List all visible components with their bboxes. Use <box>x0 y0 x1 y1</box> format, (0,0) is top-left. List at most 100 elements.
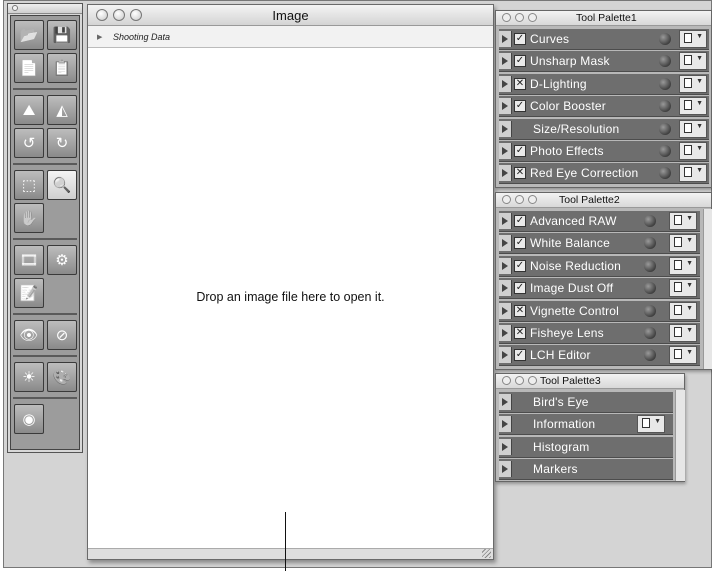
expand-arrow-icon[interactable] <box>499 461 512 478</box>
mountain-flat-button[interactable]: ◭ <box>47 95 77 125</box>
expand-arrow-icon[interactable] <box>499 213 512 229</box>
palette2-scrollbar[interactable] <box>703 209 712 369</box>
image-window-titlebar[interactable]: Image <box>88 5 493 26</box>
expand-arrow-icon[interactable] <box>499 347 512 364</box>
expand-arrow-icon[interactable] <box>499 165 512 182</box>
palette-row[interactable]: Bird's Eye <box>499 392 673 413</box>
brightness-sun-button[interactable]: ☀ <box>14 362 44 392</box>
minimize-window-icon[interactable] <box>515 13 524 22</box>
options-menu-button[interactable]: ▼ <box>669 346 697 365</box>
enabled-checkbox[interactable]: ✓ <box>514 55 526 68</box>
expand-arrow-icon[interactable] <box>499 257 512 274</box>
zoom-window-icon[interactable] <box>528 376 537 385</box>
palette-row[interactable]: ✓ Noise Reduction ▼ <box>499 255 700 277</box>
options-menu-button[interactable]: ▼ <box>679 97 707 116</box>
palette2-titlebar[interactable]: Tool Palette2 <box>496 193 711 208</box>
palette-brush-button[interactable]: 🎨 <box>47 362 77 392</box>
palette-row[interactable]: ✕ D-Lighting ▼ <box>499 73 709 95</box>
eye-preview-button[interactable]: ◉ <box>14 404 44 434</box>
palette-row[interactable]: Size/Resolution ▼ <box>499 118 709 140</box>
expand-arrow-icon[interactable] <box>499 325 512 341</box>
save-disk-button[interactable]: 💾 <box>47 20 77 50</box>
shooting-data-disclosure[interactable]: ▶ Shooting Data <box>88 26 493 48</box>
palette-row[interactable]: ✕ Fisheye Lens ▼ <box>499 323 700 344</box>
mountain-small-button[interactable]: ⛰ <box>14 95 44 125</box>
options-menu-button[interactable]: ▼ <box>669 301 697 320</box>
options-menu-button[interactable]: ▼ <box>679 52 707 71</box>
palette-row[interactable]: Markers <box>499 459 673 481</box>
enabled-checkbox[interactable]: ✓ <box>514 215 526 227</box>
palette-row[interactable]: ✕ Red Eye Correction ▼ <box>499 163 709 185</box>
enabled-checkbox[interactable]: ✓ <box>514 237 526 250</box>
zoom-window-icon[interactable] <box>528 13 537 22</box>
expand-arrow-icon[interactable] <box>499 235 512 252</box>
resize-grip-icon[interactable] <box>482 549 491 558</box>
marquee-select-button[interactable]: ⬚ <box>14 170 44 200</box>
expand-arrow-icon[interactable] <box>499 302 512 319</box>
expand-arrow-icon[interactable] <box>499 438 512 455</box>
close-window-icon[interactable] <box>502 13 511 22</box>
options-menu-button[interactable]: ▼ <box>679 119 707 138</box>
paste-document-button[interactable]: 📋 <box>47 53 77 83</box>
palette1-titlebar[interactable]: Tool Palette1 <box>496 11 711 26</box>
expand-arrow-icon[interactable] <box>499 98 512 115</box>
minimize-window-icon[interactable] <box>515 195 524 204</box>
options-menu-button[interactable]: ▼ <box>669 212 697 230</box>
expand-arrow-icon[interactable] <box>499 31 512 47</box>
expand-arrow-icon[interactable] <box>499 120 512 137</box>
enabled-checkbox[interactable]: ✓ <box>514 349 526 362</box>
palette-row[interactable]: Information ▼ <box>499 414 673 436</box>
options-menu-button[interactable]: ▼ <box>679 74 707 93</box>
options-menu-button[interactable]: ▼ <box>679 142 707 160</box>
disclosure-triangle-icon[interactable]: ▶ <box>97 33 102 41</box>
copy-document-button[interactable]: 📄 <box>14 53 44 83</box>
open-folder-button[interactable]: 📂 <box>14 20 44 50</box>
enabled-checkbox[interactable]: ✓ <box>514 282 526 295</box>
toolbar-titlebar[interactable] <box>8 4 82 14</box>
disabled-checkbox[interactable]: ✕ <box>514 77 526 90</box>
disabled-checkbox[interactable]: ✕ <box>514 304 526 317</box>
options-menu-button[interactable]: ▼ <box>669 324 697 342</box>
options-menu-button[interactable]: ▼ <box>637 415 665 434</box>
palette-row[interactable]: ✓ Photo Effects ▼ <box>499 141 709 162</box>
palette-row[interactable]: ✓ Advanced RAW ▼ <box>499 211 700 232</box>
palette-row[interactable]: ✓ Color Booster ▼ <box>499 96 709 118</box>
options-menu-button[interactable]: ▼ <box>669 279 697 298</box>
red-eye-tool-button[interactable]: 👁 <box>14 320 44 350</box>
toolbar-close-icon[interactable] <box>12 5 18 11</box>
close-window-icon[interactable] <box>502 195 511 204</box>
options-menu-button[interactable]: ▼ <box>679 30 707 48</box>
prohibit-circle-button[interactable]: ⊘ <box>47 320 77 350</box>
palette-row[interactable]: ✓ Image Dust Off ▼ <box>499 278 700 300</box>
enabled-checkbox[interactable]: ✓ <box>514 33 526 45</box>
disabled-checkbox[interactable]: ✕ <box>514 327 526 339</box>
rotate-right-button[interactable]: ↻ <box>47 128 77 158</box>
palette-row[interactable]: ✓ LCH Editor ▼ <box>499 345 700 367</box>
expand-arrow-icon[interactable] <box>499 280 512 297</box>
batch-process-button[interactable]: ⚙ <box>47 245 77 275</box>
enabled-checkbox[interactable]: ✓ <box>514 259 526 272</box>
edit-list-button[interactable]: 📝 <box>14 278 44 308</box>
palette3-scrollbar[interactable] <box>675 390 685 481</box>
close-window-icon[interactable] <box>502 376 511 385</box>
palette-row[interactable]: ✓ White Balance ▼ <box>499 233 700 255</box>
enabled-checkbox[interactable]: ✓ <box>514 145 526 157</box>
hand-tool-button[interactable]: ✋ <box>14 203 44 233</box>
zoom-magnifier-button[interactable]: 🔍 <box>47 170 77 200</box>
filmstrip-button[interactable]: 🎞 <box>14 245 44 275</box>
disabled-checkbox[interactable]: ✕ <box>514 167 526 180</box>
rotate-left-button[interactable]: ↺ <box>14 128 44 158</box>
palette3-titlebar[interactable]: Tool Palette3 <box>496 374 684 389</box>
palette-row[interactable]: ✕ Vignette Control ▼ <box>499 300 700 322</box>
expand-arrow-icon[interactable] <box>499 75 512 92</box>
options-menu-button[interactable]: ▼ <box>669 256 697 275</box>
options-menu-button[interactable]: ▼ <box>669 234 697 253</box>
palette-row[interactable]: ✓ Curves ▼ <box>499 29 709 50</box>
options-menu-button[interactable]: ▼ <box>679 164 707 183</box>
expand-arrow-icon[interactable] <box>499 416 512 433</box>
palette-row[interactable]: Histogram <box>499 436 673 458</box>
palette-row[interactable]: ✓ Unsharp Mask ▼ <box>499 51 709 73</box>
expand-arrow-icon[interactable] <box>499 143 512 159</box>
expand-arrow-icon[interactable] <box>499 394 512 410</box>
enabled-checkbox[interactable]: ✓ <box>514 100 526 113</box>
